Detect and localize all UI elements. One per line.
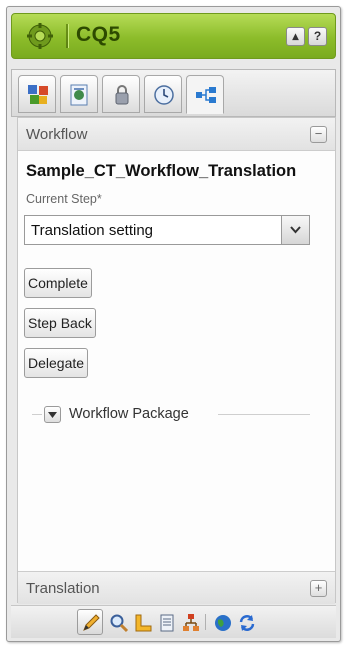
workflow-package-label: Workflow Package	[66, 406, 192, 422]
workflow-section-label: Workflow	[26, 126, 88, 143]
app-title: CQ5	[76, 23, 121, 46]
tab-components[interactable]	[18, 75, 56, 113]
workflow-title: Sample_CT_Workflow_Translation	[26, 162, 297, 180]
lock-icon	[115, 85, 129, 105]
header-separator	[66, 24, 69, 48]
tab-page[interactable]	[60, 75, 98, 113]
workflow-icon	[196, 87, 216, 103]
dropdown-trigger[interactable]	[281, 216, 309, 244]
edit-mode-button[interactable]	[77, 609, 103, 635]
components-icon	[28, 85, 48, 104]
tab-workflow[interactable]	[186, 75, 224, 114]
fieldset-border-left	[32, 414, 42, 415]
translation-section-header[interactable]: Translation +	[18, 571, 335, 604]
tab-strip	[11, 69, 336, 117]
page-icon	[70, 84, 88, 106]
caret-up-button[interactable]: ▴	[286, 27, 305, 46]
tree-icon	[183, 614, 199, 631]
sidekick-panel: Workflow − Sample_CT_Workflow_Translatio…	[17, 117, 336, 604]
globe-icon	[215, 615, 231, 631]
sidekick-window: CQ5 ▴ ? Workflow − Sample_CT_Workflow_Tr…	[6, 6, 341, 642]
step-back-button[interactable]: Step Back	[24, 308, 96, 338]
tab-history[interactable]	[144, 75, 182, 113]
pencil-icon	[83, 614, 100, 631]
current-step-value: Translation setting	[31, 222, 154, 239]
preview-button[interactable]	[107, 611, 129, 633]
toolbar-separator	[205, 614, 206, 630]
expand-package-button[interactable]	[44, 406, 61, 423]
refresh-button[interactable]	[235, 611, 257, 633]
delegate-button[interactable]: Delegate	[24, 348, 89, 378]
current-step-label: Current Step*	[26, 192, 102, 206]
chevron-down-icon	[48, 412, 57, 418]
tab-lock[interactable]	[102, 75, 140, 113]
translation-section-label: Translation	[26, 580, 100, 597]
page-properties-button[interactable]	[155, 611, 177, 633]
sidekick-header: CQ5 ▴ ?	[11, 13, 336, 59]
magnifier-icon	[110, 614, 129, 633]
sitemap-button[interactable]	[179, 611, 201, 633]
fieldset-border-right	[218, 414, 310, 415]
refresh-icon	[239, 615, 255, 631]
current-step-select[interactable]: Translation setting	[24, 215, 310, 245]
help-button[interactable]: ?	[308, 27, 327, 46]
expand-button[interactable]: +	[310, 580, 327, 597]
clock-icon	[154, 85, 174, 105]
chevron-down-icon	[290, 226, 301, 234]
ruler-icon	[135, 614, 152, 632]
document-icon	[160, 614, 174, 632]
workflow-section-header[interactable]: Workflow −	[18, 118, 335, 151]
website-button[interactable]	[211, 611, 233, 633]
complete-button[interactable]: Complete	[24, 268, 92, 298]
collapse-button[interactable]: −	[310, 126, 327, 143]
cq5-gear-logo-icon	[27, 23, 53, 49]
design-button[interactable]	[131, 611, 153, 633]
sidekick-toolbar	[11, 605, 336, 638]
